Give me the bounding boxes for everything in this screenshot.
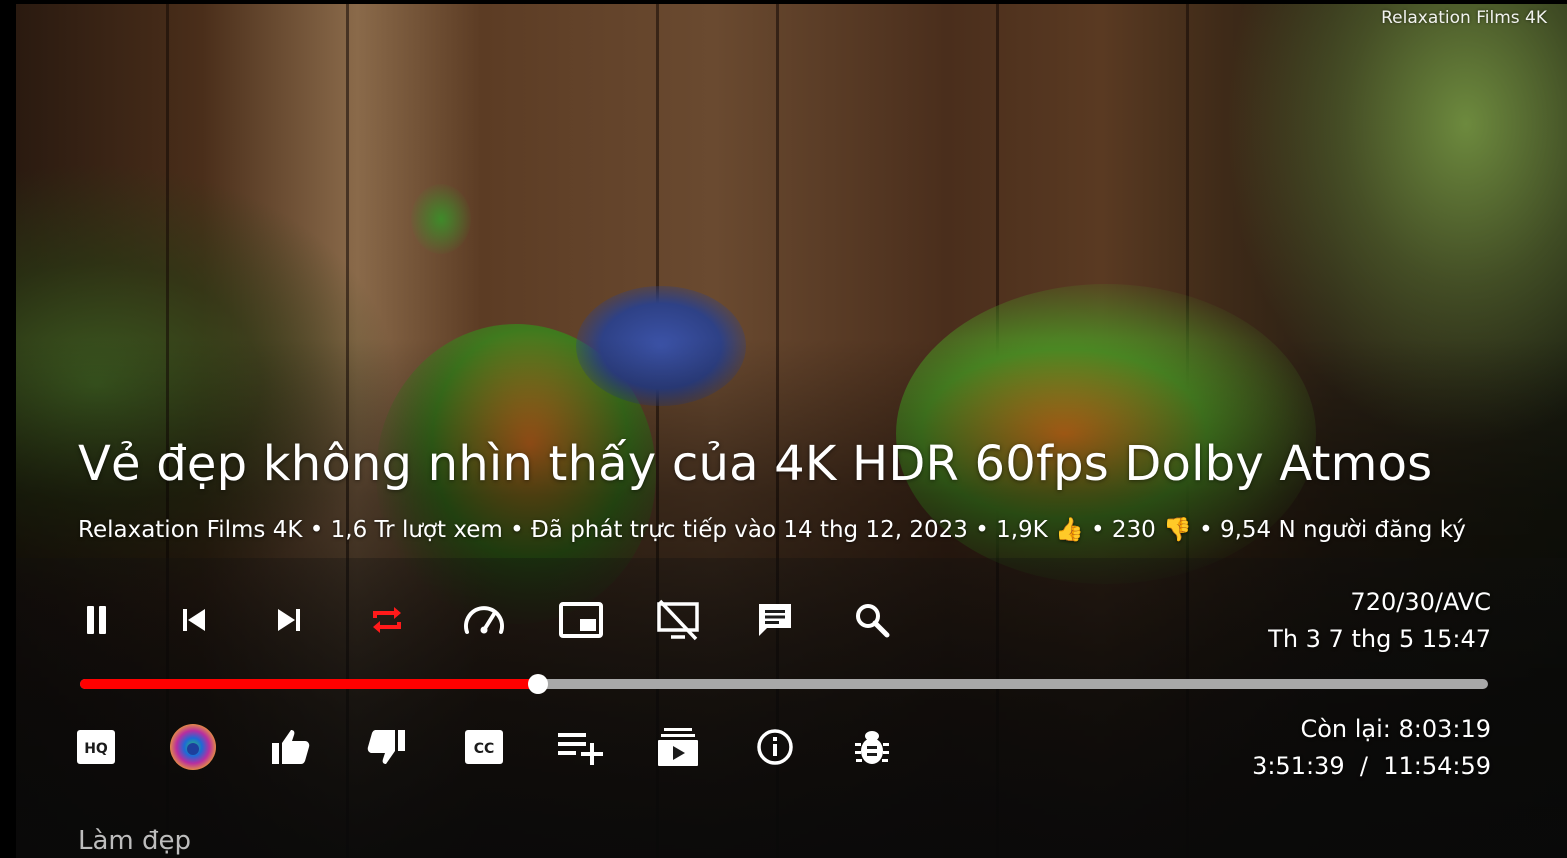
dislike-count: 230 👎 — [1111, 517, 1192, 543]
stream-date: Đã phát trực tiếp vào 14 thg 12, 2023 — [530, 517, 968, 543]
thumb-up-icon — [272, 730, 310, 764]
seek-bar-played — [80, 679, 538, 689]
skip-next-icon — [278, 609, 300, 631]
video-format: 720/30/AVC — [1350, 588, 1491, 616]
clock: Th 3 7 thg 5 15:47 — [1268, 625, 1491, 653]
search-button[interactable] — [847, 595, 897, 645]
seek-bar[interactable] — [80, 674, 1488, 694]
add-to-playlist-button[interactable] — [556, 722, 606, 772]
video-title: Vẻ đẹp không nhìn thấy của 4K HDR 60fps … — [78, 436, 1433, 492]
meta-separator: • — [967, 517, 997, 543]
info-icon — [757, 729, 793, 765]
time-position: 3:51:39 / 11:54:59 — [1252, 752, 1491, 780]
screen-off-button[interactable] — [653, 595, 703, 645]
video-meta: Relaxation Films 4K • 1,6 Tr lượt xem • … — [78, 516, 1466, 543]
like-count: 1,9K 👍 — [996, 517, 1084, 543]
subtitles-button[interactable]: CC — [459, 722, 509, 772]
playlist-add-icon — [558, 733, 603, 765]
channel-avatar — [170, 724, 216, 770]
debug-button[interactable] — [847, 722, 897, 772]
time-remaining: Còn lại: 8:03:19 — [1300, 715, 1491, 743]
cc-icon: CC — [465, 730, 503, 764]
svg-text:CC: CC — [474, 741, 495, 757]
category-label: Làm đẹp — [78, 826, 192, 856]
subscriber-count: 9,54 N người đăng ký — [1219, 517, 1466, 543]
channel-avatar-button[interactable] — [168, 722, 218, 772]
video-list-button[interactable] — [653, 722, 703, 772]
skip-previous-icon — [183, 609, 205, 631]
playback-speed-button[interactable] — [459, 595, 509, 645]
picture-in-picture-button[interactable] — [556, 595, 606, 645]
channel-name[interactable]: Relaxation Films 4K — [78, 517, 302, 543]
thumb-down-icon — [367, 730, 405, 764]
next-button[interactable] — [265, 595, 315, 645]
subscriptions-icon — [658, 728, 698, 766]
meta-separator: • — [1191, 517, 1220, 543]
dislike-button[interactable] — [362, 722, 412, 772]
svg-text:HQ: HQ — [84, 741, 108, 757]
chat-button[interactable] — [750, 595, 800, 645]
pause-icon — [87, 606, 106, 634]
meta-separator: • — [1083, 517, 1112, 543]
repeat-icon — [373, 607, 401, 633]
previous-button[interactable] — [168, 595, 218, 645]
video-info-button[interactable] — [750, 722, 800, 772]
like-button[interactable] — [265, 722, 315, 772]
pause-button[interactable] — [71, 595, 121, 645]
player-screen: Relaxation Films 4K Vẻ đẹp không nhìn th… — [0, 0, 1567, 858]
bug-icon — [855, 731, 889, 764]
meta-separator: • — [302, 517, 331, 543]
hq-icon: HQ — [77, 730, 115, 764]
speedometer-icon — [464, 606, 504, 634]
repeat-button[interactable] — [362, 595, 412, 645]
seek-bar-handle[interactable] — [527, 674, 548, 694]
screen-off-icon — [657, 599, 699, 641]
pip-icon — [559, 602, 603, 638]
search-icon — [856, 604, 890, 638]
quality-button[interactable]: HQ — [71, 722, 121, 772]
meta-separator: • — [502, 517, 531, 543]
chat-icon — [759, 604, 791, 636]
channel-watermark: Relaxation Films 4K — [1381, 8, 1547, 28]
parrot-distant — [411, 184, 471, 254]
view-count: 1,6 Tr lượt xem — [330, 517, 503, 543]
